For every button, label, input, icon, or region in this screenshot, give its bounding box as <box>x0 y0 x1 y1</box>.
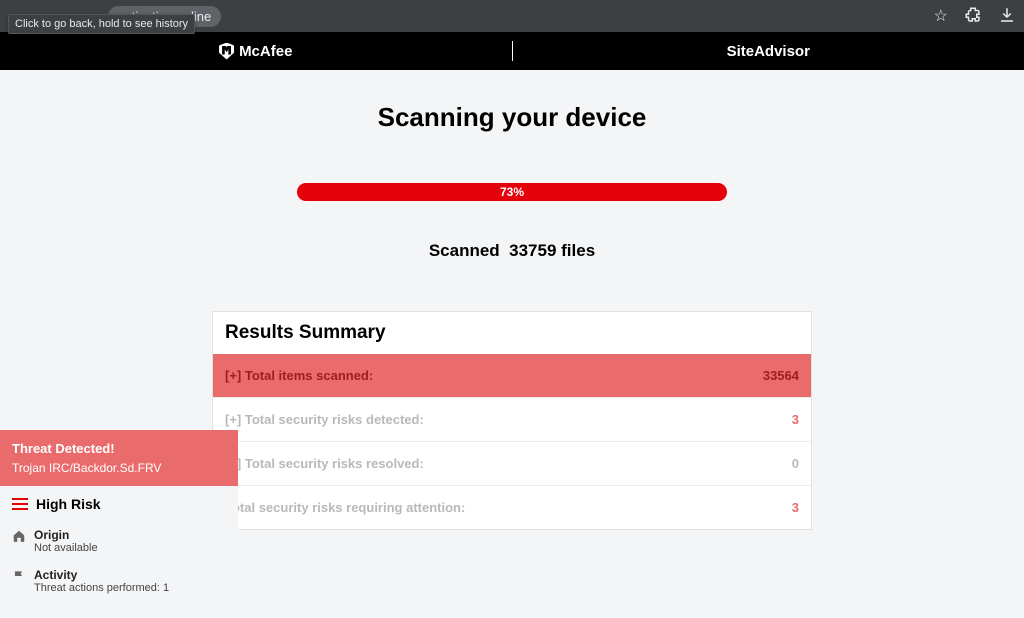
activity-label: Activity <box>34 568 169 582</box>
flag-icon <box>12 569 26 583</box>
downloads-icon[interactable] <box>998 6 1016 27</box>
threat-title: Threat Detected! <box>12 440 226 458</box>
house-icon <box>12 529 26 543</box>
result-value: 3 <box>792 412 799 427</box>
extensions-icon[interactable] <box>964 6 982 27</box>
scanned-prefix: Scanned <box>429 241 500 260</box>
results-header: Results Summary <box>213 312 811 354</box>
progress-wrap: 73% <box>0 183 1024 201</box>
results-panel: Results Summary [+] Total items scanned:… <box>212 311 812 530</box>
risk-level-line: High Risk <box>12 496 226 512</box>
result-label: [+] Total security risks resolved: <box>225 456 792 471</box>
result-row-attention[interactable]: Total security risks requiring attention… <box>213 485 811 529</box>
brand-siteadvisor: SiteAdvisor <box>513 43 1024 60</box>
scan-title: Scanning your device <box>0 102 1024 133</box>
result-row-detected[interactable]: [+] Total security risks detected: 3 <box>213 397 811 441</box>
result-label: [+] Total security risks detected: <box>225 412 792 427</box>
result-value: 33564 <box>763 368 799 383</box>
result-label: [+] Total items scanned: <box>225 368 763 383</box>
threat-detail: Trojan IRC/Backdor.Sd.FRV <box>12 461 161 475</box>
origin-item: Origin Not available <box>12 528 226 554</box>
result-label: Total security risks requiring attention… <box>225 500 792 515</box>
mcafee-text: McAfee <box>239 43 292 60</box>
browser-chrome-bar: Click to go back, hold to see history ac… <box>0 0 1024 32</box>
activity-item: Activity Threat actions performed: 1 <box>12 568 226 594</box>
brand-bar: McAfee SiteAdvisor <box>0 32 1024 70</box>
result-row-scanned[interactable]: [+] Total items scanned: 33564 <box>213 354 811 397</box>
mcafee-shield-icon <box>219 43 234 60</box>
bookmark-star-icon[interactable]: ☆ <box>934 6 948 26</box>
result-row-resolved[interactable]: [+] Total security risks resolved: 0 <box>213 441 811 485</box>
risk-label: High Risk <box>36 496 101 512</box>
siteadvisor-text: SiteAdvisor <box>727 43 810 60</box>
threat-sidebar: Threat Detected! Trojan IRC/Backdor.Sd.F… <box>0 430 238 618</box>
progress-bar: 73% <box>297 183 727 201</box>
origin-label: Origin <box>34 528 98 542</box>
scanned-count: 33759 files <box>509 241 595 260</box>
threat-alert-body: High Risk Origin Not available Activity … <box>0 486 238 618</box>
risk-bars-icon <box>12 498 28 510</box>
main-content: Scanning your device 73% Scanned 33759 f… <box>0 102 1024 530</box>
back-tooltip: Click to go back, hold to see history <box>8 14 195 34</box>
origin-value: Not available <box>34 542 98 554</box>
threat-alert-header: Threat Detected! Trojan IRC/Backdor.Sd.F… <box>0 430 238 486</box>
result-value: 3 <box>792 500 799 515</box>
scanned-count-line: Scanned 33759 files <box>0 241 1024 261</box>
activity-value: Threat actions performed: 1 <box>34 582 169 594</box>
brand-mcafee: McAfee <box>0 43 512 60</box>
result-value: 0 <box>792 456 799 471</box>
